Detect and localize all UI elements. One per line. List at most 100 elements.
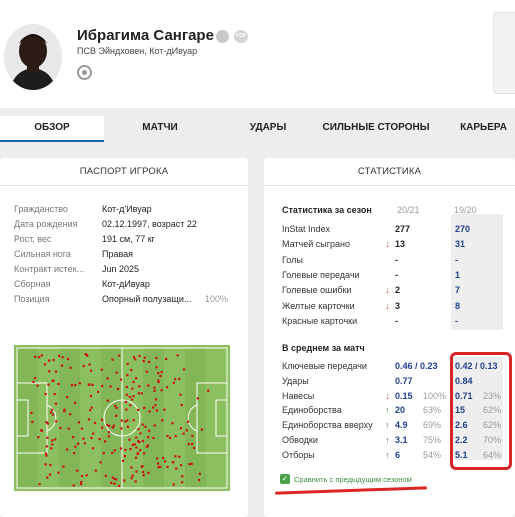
tab-shots[interactable]: УДАРЫ	[235, 116, 301, 142]
heatmap-dot	[155, 366, 158, 369]
compare-label[interactable]: Сравнить с предыдущим сезоном	[294, 475, 412, 484]
heatmap-dot	[163, 460, 167, 463]
heatmap-dot	[47, 383, 50, 386]
heatmap-dot	[92, 432, 95, 435]
season-column-current: 20/21	[397, 205, 420, 215]
heatmap-dot	[46, 422, 49, 425]
tab-matches[interactable]: МАТЧИ	[126, 116, 194, 142]
heatmap-dot	[111, 476, 114, 479]
player-name: Ибрагима Сангаре	[77, 27, 214, 44]
heatmap-dot	[100, 418, 104, 421]
heatmap-dot	[80, 483, 83, 486]
heatmap-dot	[181, 481, 184, 484]
heatmap-dot	[171, 422, 174, 425]
heatmap-dot	[38, 356, 41, 359]
avg-stat-label: Навесы	[282, 390, 315, 401]
heatmap-dot	[74, 445, 77, 448]
heatmap-dot	[77, 421, 81, 424]
heatmap-dot	[115, 414, 118, 417]
tab-strengths[interactable]: СИЛЬНЫЕ СТОРОНЫ	[320, 116, 432, 142]
season-stat-current: 13	[395, 239, 406, 250]
heatmap-dot	[138, 354, 141, 358]
heatmap-dot	[55, 420, 58, 423]
compare-checkbox[interactable]: ✓	[280, 474, 290, 484]
trend-arrow-icon: ↓	[385, 390, 390, 401]
heatmap-dot	[135, 456, 138, 459]
avg-stat-current: 3.1	[395, 435, 408, 445]
heatmap-dot	[73, 401, 77, 404]
heatmap-dot	[143, 356, 146, 359]
heatmap-dot	[52, 358, 55, 362]
avg-stat-current-percent: 54%	[423, 449, 442, 460]
heatmap-dot	[104, 474, 107, 477]
heatmap-dot	[70, 384, 74, 387]
heatmap-dot	[49, 463, 52, 467]
heatmap-dot	[91, 383, 94, 386]
heatmap-dot	[153, 389, 156, 392]
heatmap-dot	[159, 465, 162, 468]
heatmap-dot	[147, 436, 150, 439]
avg-stat-label: Единоборства	[282, 405, 342, 416]
passport-value: Правая	[102, 249, 134, 259]
heatmap-dot	[183, 368, 186, 371]
heatmap-dot	[46, 476, 49, 479]
tab-overview[interactable]: ОБЗОР	[0, 116, 104, 142]
heatmap-dot	[174, 378, 177, 381]
heatmap-dot	[178, 455, 181, 458]
heatmap-dot	[57, 471, 60, 474]
heatmap-dot	[113, 477, 116, 480]
heatmap-dot	[129, 404, 132, 407]
heatmap-dot	[34, 377, 37, 380]
heatmap-dot	[159, 374, 162, 378]
heatmap-dot	[138, 385, 141, 388]
heatmap-dot	[126, 374, 129, 377]
heatmap-dot	[69, 413, 72, 416]
pdf-icon[interactable]: PDF	[234, 30, 248, 43]
heatmap-dot	[134, 358, 137, 361]
heatmap-dot	[53, 393, 56, 396]
heatmap-dot	[157, 462, 160, 465]
heatmap-dot	[162, 456, 165, 460]
heatmap-dot	[166, 386, 169, 389]
heatmap-dot	[48, 473, 52, 476]
heatmap-dot	[163, 408, 166, 411]
heatmap-dot	[130, 477, 133, 480]
heatmap-dot	[54, 438, 57, 441]
heatmap-dot	[179, 393, 182, 396]
heatmap-dot	[137, 392, 140, 395]
heatmap-dot	[34, 355, 37, 358]
avg-stat-label: Отборы	[282, 449, 315, 460]
header-action-button[interactable]	[493, 12, 515, 94]
heatmap-dot	[78, 382, 81, 385]
heatmap-dot	[66, 396, 69, 399]
heatmap-dot	[112, 424, 115, 427]
heatmap-dot	[139, 432, 142, 435]
heatmap-dot	[207, 389, 210, 392]
heatmap-dot	[128, 438, 131, 441]
heatmap-dot	[104, 440, 107, 443]
heatmap-dot	[82, 365, 85, 368]
heatmap-dot	[131, 474, 134, 477]
heatmap-dot	[124, 448, 127, 452]
heatmap-dot	[126, 362, 129, 366]
heatmap-dot	[155, 356, 158, 360]
heatmap-dot	[187, 443, 190, 446]
season-stat-label: Желтые карточки	[282, 300, 355, 311]
heatmap-dot	[51, 439, 54, 442]
eye-icon[interactable]	[216, 30, 229, 43]
heatmap-dot	[62, 465, 65, 468]
season-stat-previous: 1	[455, 269, 461, 280]
season-stat-current: -	[395, 269, 398, 280]
heatmap-dot	[182, 432, 185, 435]
avg-stat-current: 0.15	[395, 390, 413, 401]
passport-label: Гражданство	[14, 204, 68, 214]
heatmap-dot	[61, 356, 64, 359]
heatmap-dot	[198, 472, 201, 475]
heatmap-dot	[74, 384, 77, 387]
heatmap-dot	[114, 404, 117, 407]
heatmap-dot	[106, 423, 109, 427]
target-icon[interactable]	[77, 65, 92, 80]
tab-career[interactable]: КАРЬЕРА	[452, 116, 515, 142]
avg-stat-current-percent: 69%	[423, 420, 442, 431]
heatmap-dot	[153, 386, 156, 389]
